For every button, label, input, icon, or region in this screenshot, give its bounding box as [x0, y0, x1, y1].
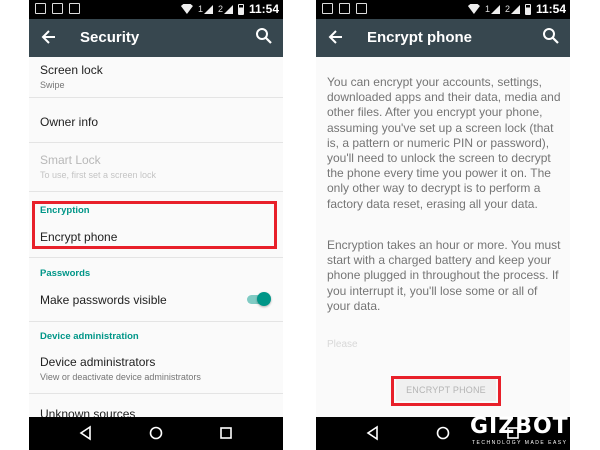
back-arrow-icon[interactable]	[39, 27, 59, 47]
gallery-icon	[69, 3, 80, 14]
encryption-description: You can encrypt your accounts, settings,…	[327, 75, 561, 211]
watermark-brand: GIZBOT	[470, 414, 569, 439]
app-toolbar: Security	[29, 19, 283, 57]
gallery-icon	[356, 3, 367, 14]
device-administrators-hint: View or deactivate device administrators	[40, 372, 201, 382]
cloud-upload-icon	[52, 3, 63, 14]
recents-nav-icon[interactable]	[218, 425, 234, 441]
divider	[29, 191, 283, 192]
wifi-icon	[180, 4, 193, 14]
signal-sim1-icon: 1	[485, 4, 500, 14]
owner-info-label: Owner info	[40, 115, 99, 129]
passwords-header: Passwords	[40, 268, 91, 279]
cloud-upload-icon	[339, 3, 350, 14]
smart-lock-hint: To use, first set a screen lock	[40, 170, 157, 180]
notification-icons	[322, 3, 367, 14]
notification-icons	[35, 3, 80, 14]
signal-sim2-icon: 2	[218, 4, 233, 14]
signal-sim1-icon: 1	[198, 4, 213, 14]
status-time: 11:54	[248, 2, 279, 16]
watermark-tagline: TECHNOLOGY MADE EASY	[472, 440, 568, 446]
smart-lock-label: Smart Lock	[40, 153, 101, 167]
unknown-sources-item[interactable]: Unknown sources	[40, 407, 272, 417]
search-icon[interactable]	[542, 27, 560, 45]
divider	[29, 97, 283, 98]
navigation-bar	[29, 417, 283, 450]
device-administrators-item[interactable]: Device administrators View or deactivate…	[40, 355, 272, 382]
divider	[29, 142, 283, 143]
screen-lock-item[interactable]: Screen lock Swipe	[40, 63, 272, 90]
photo-icon	[35, 3, 46, 14]
passwords-visible-toggle[interactable]	[245, 292, 271, 306]
back-nav-icon[interactable]	[365, 425, 381, 441]
page-title: Security	[80, 29, 140, 46]
screen-lock-value: Swipe	[40, 80, 65, 90]
encryption-warning: Encryption takes an hour or more. You mu…	[327, 238, 561, 313]
divider	[29, 393, 283, 394]
home-nav-icon[interactable]	[435, 425, 451, 441]
owner-info-item[interactable]: Owner info	[40, 115, 272, 129]
highlight-box	[391, 376, 501, 406]
smart-lock-item: Smart Lock To use, first set a screen lo…	[40, 153, 272, 180]
battery-icon	[237, 3, 244, 15]
signal-sim2-icon: 2	[505, 4, 520, 14]
search-icon[interactable]	[255, 27, 273, 45]
photo-icon	[322, 3, 333, 14]
page-title: Encrypt phone	[367, 29, 473, 46]
divider	[29, 257, 283, 258]
encrypt-phone-body: You can encrypt your accounts, settings,…	[316, 57, 570, 417]
device-administration-header: Device administration	[40, 331, 139, 342]
make-passwords-visible-label: Make passwords visible	[40, 293, 167, 307]
back-arrow-icon[interactable]	[326, 27, 346, 47]
screen-lock-label: Screen lock	[40, 63, 103, 77]
make-passwords-visible-item[interactable]: Make passwords visible	[40, 293, 272, 307]
wifi-icon	[467, 4, 480, 14]
divider	[29, 321, 283, 322]
unknown-sources-label: Unknown sources	[40, 407, 136, 417]
back-nav-icon[interactable]	[78, 425, 94, 441]
battery-icon	[524, 3, 531, 15]
home-nav-icon[interactable]	[148, 425, 164, 441]
status-bar: 1 2 11:54	[316, 0, 570, 19]
status-time: 11:54	[535, 2, 566, 16]
app-toolbar: Encrypt phone	[316, 19, 570, 57]
highlight-box	[32, 201, 277, 249]
toggle-thumb	[257, 292, 271, 306]
device-administrators-label: Device administrators	[40, 355, 156, 369]
faded-instruction-text: Please	[327, 339, 358, 350]
gizbot-watermark: GIZBOT TECHNOLOGY MADE EASY	[470, 414, 595, 448]
status-bar: 1 2 11:54	[29, 0, 283, 19]
